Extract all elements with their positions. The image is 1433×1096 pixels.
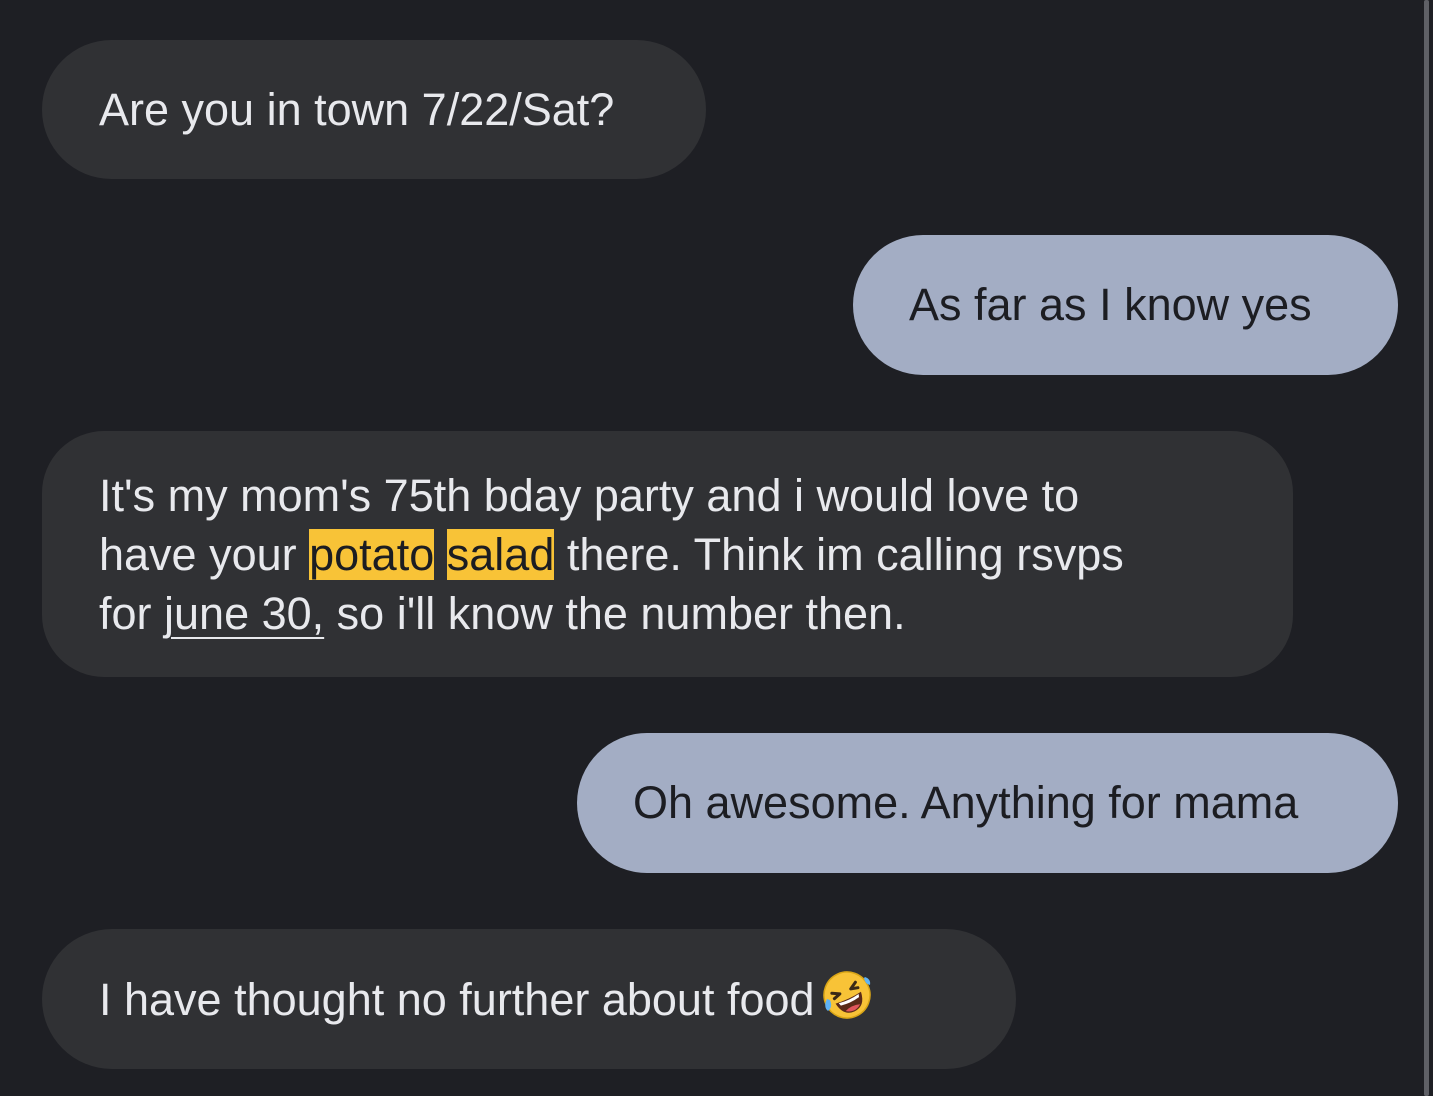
message-text-line: have your potato salad there. Think im c… xyxy=(99,525,1293,584)
scrollbar[interactable] xyxy=(1424,0,1429,1096)
message-text: Are you in town 7/22/Sat? xyxy=(99,84,615,135)
message-text-line: It's my mom's 75th bday party and i woul… xyxy=(99,470,1080,521)
message-text-segment: so i'll know the number then. xyxy=(324,588,906,639)
message-text: Oh awesome. Anything for mama xyxy=(633,777,1299,828)
message-bubble-outgoing[interactable]: Oh awesome. Anything for mama xyxy=(577,733,1398,873)
message-bubble-outgoing[interactable]: As far as I know yes xyxy=(853,235,1398,375)
message-text-segment: there. Think im calling rsvps xyxy=(554,529,1124,580)
message-text-line: for june 30, so i'll know the number the… xyxy=(99,584,1293,643)
message-bubble-incoming[interactable]: Are you in town 7/22/Sat? xyxy=(42,40,706,179)
search-highlight: potato xyxy=(309,529,435,580)
message-bubble-incoming[interactable]: It's my mom's 75th bday party and i woul… xyxy=(42,431,1293,677)
message-text: As far as I know yes xyxy=(909,279,1312,330)
message-text-segment: have your xyxy=(99,529,310,580)
message-text-line: I have thought no further about food xyxy=(99,969,1016,1035)
message-bubble-incoming[interactable]: I have thought no further about food xyxy=(42,929,1016,1069)
rolling-on-floor-laughing-icon xyxy=(821,969,873,1035)
message-text-segment: for xyxy=(99,588,165,639)
date-link[interactable]: june 30, xyxy=(164,588,324,639)
message-text: I have thought no further about food xyxy=(99,974,815,1025)
search-highlight: salad xyxy=(446,529,555,580)
